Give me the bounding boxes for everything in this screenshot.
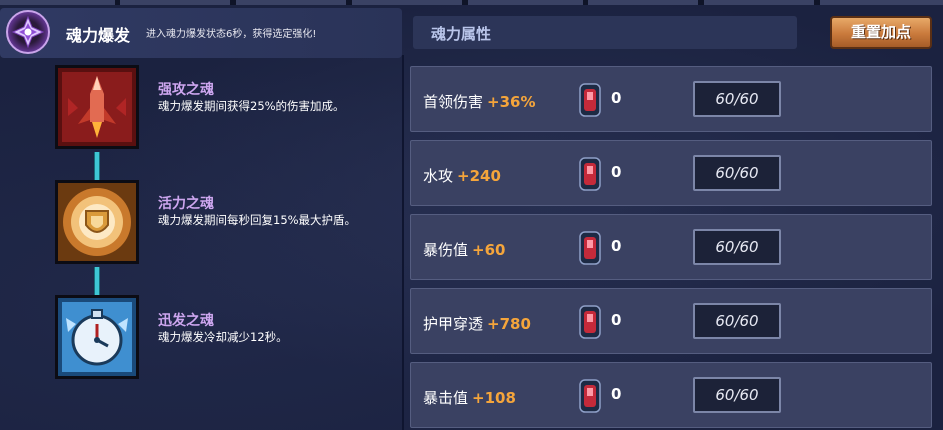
attribute-name: 水攻 +240 xyxy=(423,167,501,185)
attribute-level: 60/60 xyxy=(693,303,781,339)
attribute-bonus: +780 xyxy=(487,315,531,333)
soul-gem-icon xyxy=(579,83,601,117)
soul-burst-emblem-icon xyxy=(6,10,50,54)
attribute-row[interactable]: 首领伤害 +36% 0 60/60 xyxy=(410,66,932,132)
soul-gem-icon xyxy=(579,379,601,413)
attribute-row[interactable]: 暴伤值 +60 0 60/60 xyxy=(410,214,932,280)
attribute-row[interactable]: 暴击值 +108 0 60/60 xyxy=(410,362,932,428)
attribute-level: 60/60 xyxy=(693,155,781,191)
gem-count: 0 xyxy=(611,385,622,403)
soul-name: 强攻之魂 xyxy=(158,82,214,98)
gem-count: 0 xyxy=(611,237,622,255)
gem-count: 0 xyxy=(611,89,622,107)
gem-count: 0 xyxy=(611,163,622,181)
soul-name: 迅发之魂 xyxy=(158,313,214,329)
attribute-row[interactable]: 护甲穿透 +780 0 60/60 xyxy=(410,288,932,354)
soul-gem-icon xyxy=(579,157,601,191)
reset-points-button[interactable]: 重置加点 xyxy=(830,16,932,49)
soul-connector xyxy=(94,152,100,182)
attribute-level: 60/60 xyxy=(693,81,781,117)
top-tab-strip xyxy=(0,0,943,5)
soul-description: 魂力爆发期间每秒回复15%最大护盾。 xyxy=(158,213,357,227)
soul-description: 魂力爆发期间获得25%的伤害加成。 xyxy=(158,99,345,113)
soul-gem-icon xyxy=(579,305,601,339)
attribute-name: 首领伤害 +36% xyxy=(423,93,536,111)
attribute-name: 暴伤值 +60 xyxy=(423,241,506,259)
attribute-name: 护甲穿透 +780 xyxy=(423,315,531,333)
soul-gem-icon xyxy=(579,231,601,265)
attributes-header-label: 魂力属性 xyxy=(431,25,492,43)
soul-name: 活力之魂 xyxy=(158,196,214,212)
attribute-row[interactable]: 水攻 +240 0 60/60 xyxy=(410,140,932,206)
skill-title: 魂力爆发 xyxy=(66,26,131,45)
skill-description: 进入魂力爆发状态6秒，获得选定强化! xyxy=(146,29,317,40)
attribute-bonus: +108 xyxy=(472,389,516,407)
panel-divider xyxy=(402,55,404,430)
shield-soul-icon[interactable] xyxy=(55,180,139,264)
gem-count: 0 xyxy=(611,311,622,329)
attribute-bonus: +60 xyxy=(472,241,506,259)
attribute-bonus: +240 xyxy=(457,167,501,185)
attribute-level: 60/60 xyxy=(693,229,781,265)
rocket-soul-icon[interactable] xyxy=(55,65,139,149)
attribute-level: 60/60 xyxy=(693,377,781,413)
attribute-bonus: +36% xyxy=(487,93,536,111)
soul-connector xyxy=(94,267,100,297)
attributes-header: 魂力属性 xyxy=(413,16,797,49)
attribute-name: 暴击值 +108 xyxy=(423,389,516,407)
clock-soul-icon[interactable] xyxy=(55,295,139,379)
soul-description: 魂力爆发冷却减少12秒。 xyxy=(158,330,288,344)
